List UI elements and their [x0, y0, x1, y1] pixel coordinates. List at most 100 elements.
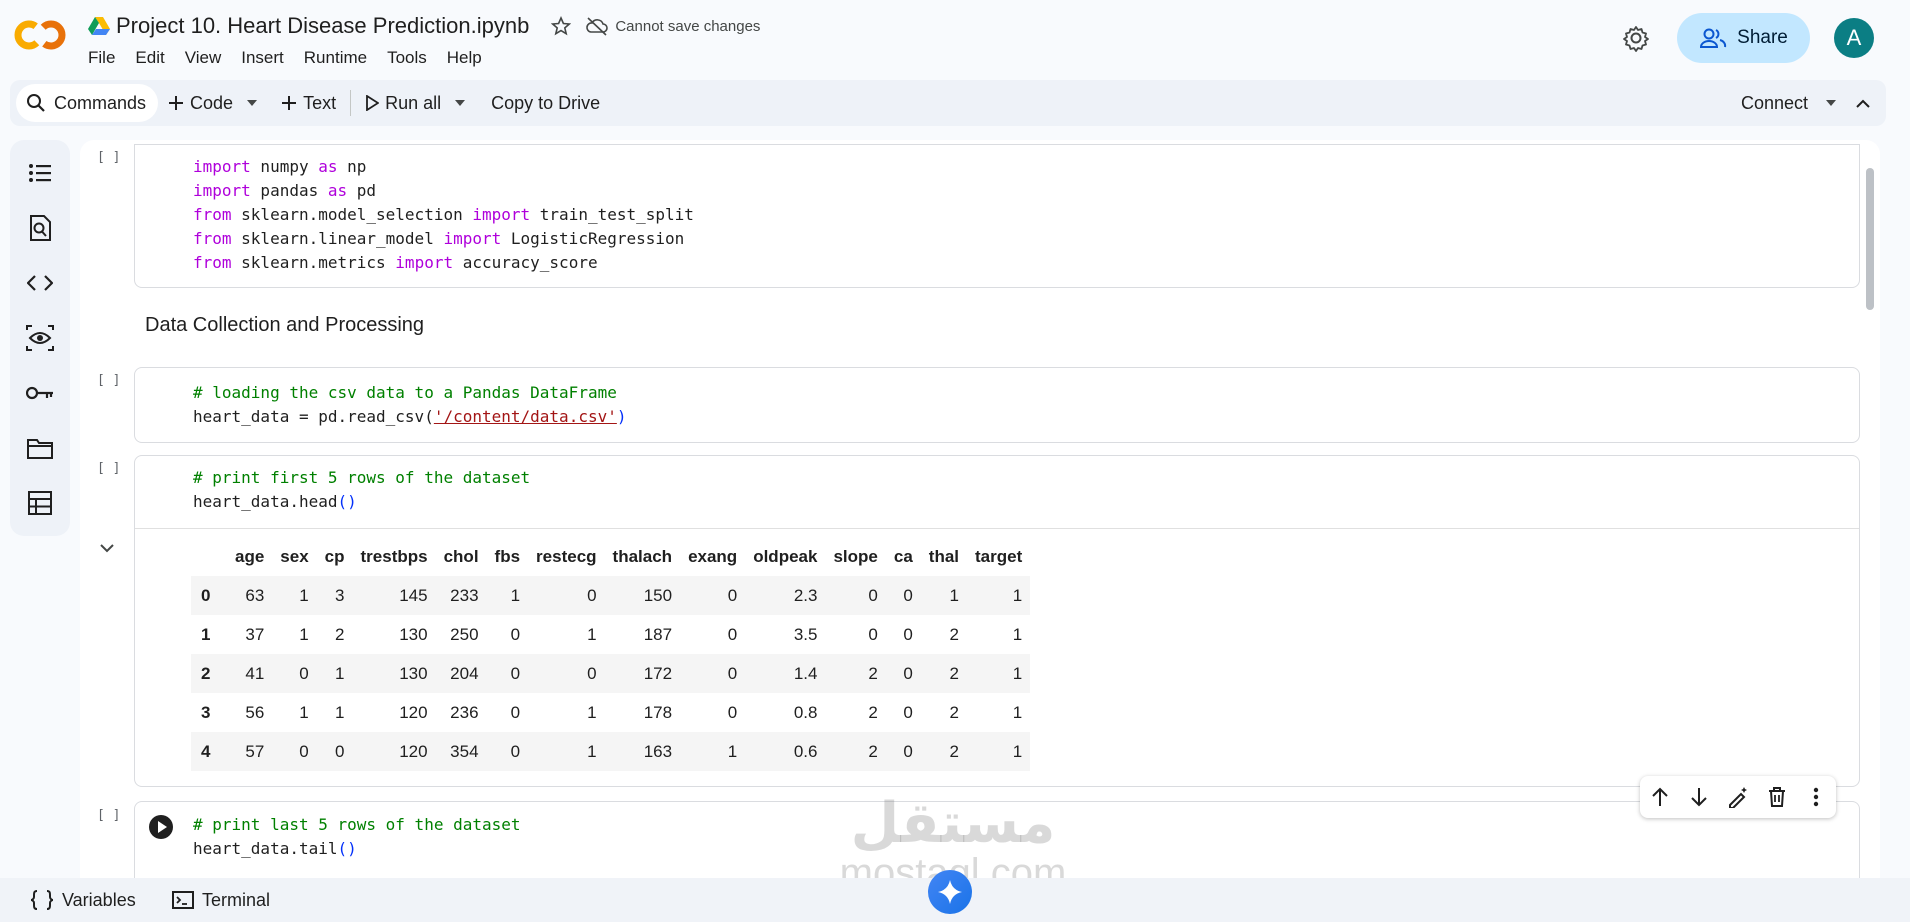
star-icon[interactable]: [551, 16, 572, 36]
save-status-text[interactable]: Cannot save changes: [615, 18, 760, 35]
column-header: [191, 538, 227, 576]
menu-file[interactable]: File: [88, 48, 125, 68]
gemini-sparkle-button[interactable]: [928, 870, 972, 914]
code-tail[interactable]: # print last 5 rows of the dataset heart_…: [193, 813, 521, 861]
column-header: sex: [280, 547, 309, 566]
top-bar: Project 10. Heart Disease Prediction.ipy…: [0, 0, 1910, 78]
code-cell-imports[interactable]: import numpy as np import pandas as pd fro…: [134, 144, 1860, 288]
table-row: 1 37 1 2 130 250 0 1 187 0 3.5 0 0 2 1: [191, 615, 1030, 654]
column-header: oldpeak: [753, 547, 818, 566]
table-cell: 0: [903, 624, 913, 644]
variables-button[interactable]: Variables: [30, 878, 136, 922]
table-cell: 1: [587, 624, 597, 644]
column-header: exang: [688, 547, 738, 566]
code-head[interactable]: # print first 5 rows of the dataset heart…: [193, 466, 530, 514]
commands-button[interactable]: Commands: [16, 84, 159, 122]
table-of-contents-icon[interactable]: [25, 158, 55, 188]
add-text-label: Text: [303, 92, 337, 113]
table-cell: 0: [510, 702, 521, 722]
table-cell: 130: [399, 663, 428, 683]
data-table-icon[interactable]: [25, 488, 55, 518]
code-imports[interactable]: import numpy as np import pandas as pd fro…: [193, 155, 694, 275]
cell-run-indicator[interactable]: [ ]: [97, 150, 120, 165]
share-button[interactable]: Share: [1677, 13, 1810, 63]
account-avatar[interactable]: A: [1834, 18, 1874, 58]
variables-inspector-eye-icon[interactable]: [25, 323, 55, 353]
notebook-title[interactable]: Project 10. Heart Disease Prediction.ipy…: [116, 13, 529, 39]
files-folder-icon[interactable]: [25, 433, 55, 463]
run-cell-play-icon[interactable]: [148, 814, 174, 840]
plus-icon: [169, 96, 184, 110]
table-cell: 163: [643, 741, 673, 761]
row-index: 2: [201, 663, 211, 683]
markdown-heading[interactable]: Data Collection and Processing: [145, 314, 424, 337]
collapse-header-button[interactable]: [1854, 84, 1872, 122]
table-cell: 1.4: [793, 663, 818, 683]
run-all-button[interactable]: Run all: [355, 84, 451, 122]
code-snippets-icon[interactable]: [25, 268, 55, 298]
table-cell: 250: [450, 624, 479, 644]
table-cell: 1: [510, 585, 521, 605]
colab-logo[interactable]: [14, 18, 66, 52]
find-in-notebook-icon[interactable]: [25, 213, 55, 243]
sparkle-icon: [938, 880, 962, 904]
table-cell: 2: [868, 702, 878, 722]
code-dropdown-button[interactable]: [243, 84, 261, 122]
code-line: from sklearn.linear_model import Logisti…: [193, 229, 685, 248]
table-cell: 150: [643, 585, 673, 605]
table-cell: 145: [399, 585, 428, 605]
table-cell: 56: [245, 702, 265, 722]
menu-edit[interactable]: Edit: [125, 48, 174, 68]
terminal-button[interactable]: Terminal: [172, 878, 270, 922]
copy-to-drive-button[interactable]: Copy to Drive: [481, 84, 610, 122]
connect-dropdown-button[interactable]: [1822, 84, 1840, 122]
table-cell: 0: [335, 741, 345, 761]
move-cell-down-arrow-icon[interactable]: [1686, 784, 1712, 810]
menu-tools[interactable]: Tools: [377, 48, 437, 68]
dataframe-output-table: age sex cp trestbps chol fbs restecg tha…: [191, 538, 1031, 771]
menu-view[interactable]: View: [175, 48, 232, 68]
add-code-label: Code: [190, 92, 234, 113]
table-cell: 1: [1012, 585, 1023, 605]
column-header: trestbps: [360, 547, 428, 566]
column-header: thalach: [612, 547, 673, 566]
delete-trash-icon[interactable]: [1764, 784, 1790, 810]
settings-gear-icon[interactable]: [1622, 24, 1650, 52]
cell-run-indicator[interactable]: [ ]: [97, 461, 120, 476]
menu-insert[interactable]: Insert: [231, 48, 294, 68]
caret-down-icon: [455, 100, 466, 106]
table-cell: 1: [335, 702, 345, 722]
table-cell: 0.6: [793, 741, 818, 761]
table-cell: 63: [245, 585, 265, 605]
menu-bar: File Edit View Insert Runtime Tools Help: [88, 48, 492, 68]
cell-run-indicator[interactable]: [ ]: [97, 808, 120, 823]
cell-run-indicator[interactable]: [ ]: [97, 373, 120, 388]
table-row: 2 41 0 1 130 204 0 0 172 0 1.4 2 0 2 1: [191, 654, 1031, 693]
secrets-key-icon[interactable]: [25, 378, 55, 408]
connect-button[interactable]: Connect: [1731, 84, 1818, 122]
code-load-data[interactable]: # loading the csv data to a Pandas DataF…: [193, 381, 627, 429]
table-cell: 0: [903, 741, 913, 761]
watermark-arabic-text: مستقل: [850, 791, 1056, 854]
add-code-button[interactable]: Code: [158, 84, 243, 122]
menu-runtime[interactable]: Runtime: [294, 48, 377, 68]
add-text-button[interactable]: Text: [271, 84, 346, 122]
code-comment: # print last 5 rows of the dataset: [193, 815, 521, 834]
vertical-scrollbar-thumb[interactable]: [1866, 168, 1874, 310]
edit-magic-pen-icon[interactable]: [1725, 784, 1751, 810]
collapse-output-chevron-icon[interactable]: [100, 544, 114, 553]
table-cell: 172: [643, 663, 673, 683]
table-cell: 1: [1012, 663, 1023, 683]
code-line: heart_data = pd.read_csv('/content/data.…: [193, 407, 627, 426]
column-header: ca: [893, 547, 913, 566]
move-cell-up-arrow-icon[interactable]: [1647, 784, 1673, 810]
more-options-kebab-icon[interactable]: [1803, 784, 1829, 810]
code-cell-load-data[interactable]: # loading the csv data to a Pandas DataF…: [134, 367, 1860, 443]
menu-help[interactable]: Help: [437, 48, 492, 68]
table-cell: 2: [949, 663, 960, 683]
run-all-dropdown-button[interactable]: [451, 84, 469, 122]
curly-braces-icon: [30, 890, 54, 910]
toolbar-divider: [350, 90, 352, 116]
variables-label: Variables: [62, 889, 136, 910]
people-icon: [1700, 28, 1727, 48]
